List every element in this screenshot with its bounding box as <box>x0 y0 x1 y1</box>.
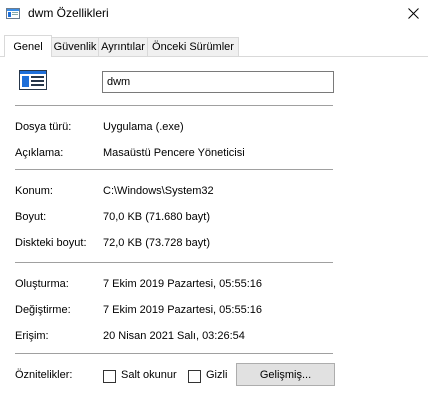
advanced-button[interactable]: Gelişmiş... <box>236 363 335 386</box>
attributes-label: Öznitelikler: <box>15 369 73 381</box>
description-value: Masaüstü Pencere Yöneticisi <box>103 147 245 159</box>
size-on-disk-label: Diskteki boyut: <box>15 237 87 249</box>
tab-general[interactable]: Genel <box>4 35 52 57</box>
window-title: dwm Özellikleri <box>28 6 109 20</box>
title-bar: dwm Özellikleri <box>0 0 428 28</box>
tab-details[interactable]: Ayrıntılar <box>98 37 148 56</box>
general-panel: Dosya türü: Uygulama (.exe) Açıklama: Ma… <box>0 57 428 399</box>
created-label: Oluşturma: <box>15 278 69 290</box>
readonly-label[interactable]: Salt okunur <box>121 369 177 381</box>
size-label: Boyut: <box>15 211 47 223</box>
application-icon <box>19 70 47 90</box>
modified-value: 7 Ekim 2019 Pazartesi, 05:55:16 <box>103 304 262 316</box>
divider <box>15 353 333 354</box>
created-value: 7 Ekim 2019 Pazartesi, 05:55:16 <box>103 278 262 290</box>
accessed-label: Erişim: <box>15 330 49 342</box>
location-label: Konum: <box>15 185 53 197</box>
size-value: 70,0 KB (71.680 bayt) <box>103 211 211 223</box>
divider <box>15 169 333 170</box>
app-window-icon <box>6 8 20 19</box>
readonly-checkbox[interactable] <box>103 370 116 383</box>
close-button[interactable] <box>398 0 428 26</box>
accessed-value: 20 Nisan 2021 Salı, 03:26:54 <box>103 330 245 342</box>
close-icon <box>407 7 419 19</box>
tab-previous-versions[interactable]: Önceki Sürümler <box>147 37 239 56</box>
file-type-label: Dosya türü: <box>15 121 72 133</box>
tab-security[interactable]: Güvenlik <box>51 37 99 56</box>
location-value: C:\Windows\System32 <box>103 185 214 197</box>
description-label: Açıklama: <box>15 147 64 159</box>
divider <box>15 105 333 106</box>
hidden-label[interactable]: Gizli <box>206 369 227 381</box>
file-name-input[interactable] <box>102 71 334 93</box>
hidden-checkbox[interactable] <box>188 370 201 383</box>
modified-label: Değiştirme: <box>15 304 71 316</box>
file-type-value: Uygulama (.exe) <box>103 121 184 133</box>
size-on-disk-value: 72,0 KB (73.728 bayt) <box>103 237 211 249</box>
tab-strip: Genel Güvenlik Ayrıntılar Önceki Sürümle… <box>0 35 428 57</box>
divider <box>15 262 333 263</box>
